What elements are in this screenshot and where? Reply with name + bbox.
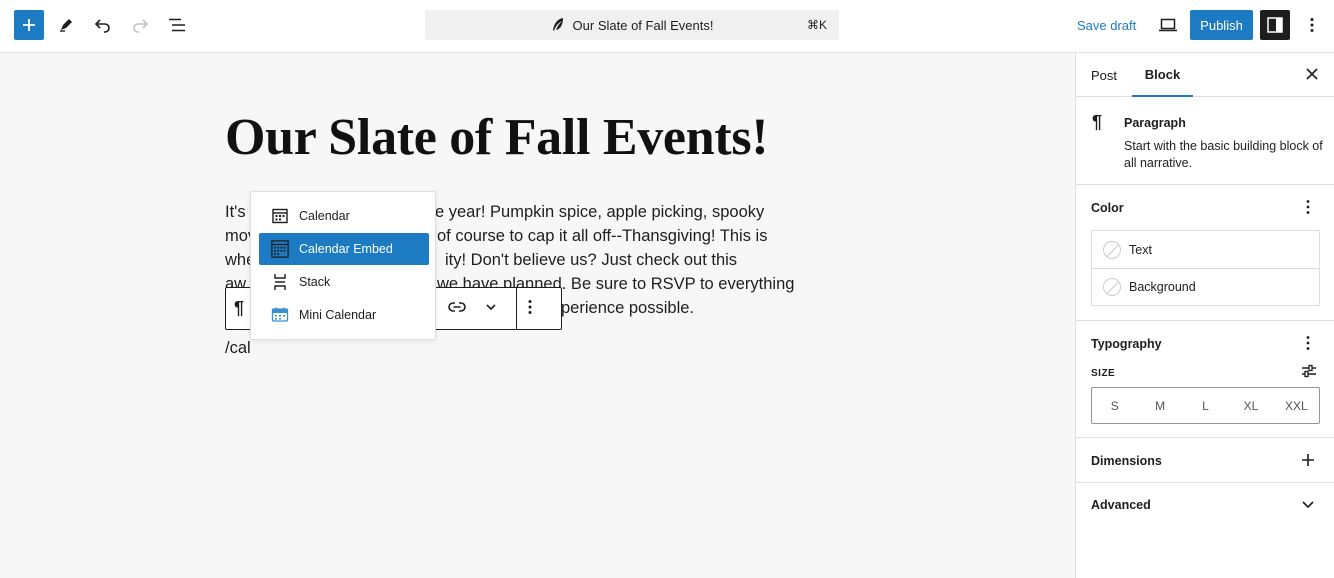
link-icon	[448, 302, 466, 312]
desktop-icon	[1159, 18, 1177, 32]
autocomplete-item-calendar[interactable]: Calendar	[259, 200, 429, 232]
chevron-down-icon	[486, 304, 496, 311]
typography-panel: Typography SIZE S M L XL XXL	[1076, 321, 1334, 438]
advanced-panel[interactable]: Advanced	[1076, 483, 1334, 527]
font-size-option[interactable]: XL	[1228, 388, 1273, 423]
publish-button[interactable]: Publish	[1190, 10, 1253, 40]
empty-swatch-icon	[1103, 240, 1121, 259]
plus-icon	[23, 19, 35, 31]
calendar-icon	[271, 207, 289, 225]
typography-options-button[interactable]	[1301, 335, 1315, 356]
settings-toggle-button[interactable]	[1260, 10, 1290, 40]
undo-icon	[94, 19, 110, 33]
save-draft-button[interactable]: Save draft	[1077, 18, 1136, 33]
undo-button[interactable]	[88, 10, 118, 40]
post-title[interactable]: Our Slate of Fall Events!	[225, 108, 769, 167]
custom-size-button[interactable]	[1301, 364, 1317, 383]
list-view-icon	[169, 18, 185, 32]
toolbar-divider	[516, 288, 517, 329]
settings-sidebar: Post Block ¶ Paragraph Start with the ba…	[1075, 53, 1334, 578]
tab-block[interactable]: Block	[1132, 53, 1193, 97]
command-bar-title: Our Slate of Fall Events!	[572, 17, 714, 33]
preview-button[interactable]	[1153, 10, 1183, 40]
block-card: ¶ Paragraph Start with the basic buildin…	[1076, 97, 1334, 185]
color-options-group: Text Background	[1091, 230, 1320, 306]
color-options-button[interactable]	[1301, 199, 1315, 220]
redo-button[interactable]	[125, 10, 155, 40]
more-formatting-button[interactable]	[485, 300, 497, 319]
font-size-option[interactable]: L	[1183, 388, 1228, 423]
paragraph-icon: ¶	[1092, 112, 1103, 132]
font-size-option[interactable]: S	[1092, 388, 1137, 423]
background-color-item[interactable]: Background	[1092, 268, 1319, 305]
font-size-option[interactable]: M	[1137, 388, 1182, 423]
vertical-ellipsis-icon	[1306, 336, 1310, 350]
autocomplete-item-stack[interactable]: Stack	[259, 266, 429, 298]
close-icon	[1306, 68, 1318, 80]
advanced-panel-title: Advanced	[1091, 498, 1151, 512]
document-overview-button[interactable]	[162, 10, 192, 40]
vertical-ellipsis-icon	[528, 300, 532, 314]
command-shortcut: ⌘K	[806, 18, 827, 32]
settings-sliders-icon	[1302, 364, 1316, 378]
advanced-toggle[interactable]	[1301, 497, 1315, 516]
font-size-label: SIZE	[1091, 368, 1116, 379]
add-block-button[interactable]	[14, 10, 44, 40]
sidebar-icon	[1267, 17, 1283, 33]
chevron-down-icon	[1302, 501, 1314, 509]
vertical-ellipsis-icon	[1310, 18, 1314, 32]
text-color-item[interactable]: Text	[1092, 231, 1319, 268]
feather-icon	[552, 18, 563, 31]
paragraph-icon[interactable]: ¶	[234, 298, 244, 319]
vertical-ellipsis-icon	[1306, 200, 1310, 214]
options-menu-button[interactable]	[1297, 10, 1327, 40]
color-panel: Color Text Background	[1076, 185, 1334, 321]
editor-canvas[interactable]: Our Slate of Fall Events! It's e year! P…	[0, 53, 1075, 578]
typography-panel-title: Typography	[1091, 337, 1162, 351]
dimensions-panel[interactable]: Dimensions	[1076, 438, 1334, 483]
link-button[interactable]	[448, 300, 466, 319]
font-size-picker: S M L XL XXL	[1091, 387, 1320, 424]
redo-icon	[133, 19, 149, 33]
editor-header: Our Slate of Fall Events! ⌘K Save draft …	[0, 0, 1334, 53]
command-palette-bar[interactable]: Our Slate of Fall Events! ⌘K	[425, 10, 839, 40]
tab-post[interactable]: Post	[1091, 53, 1117, 97]
font-size-option[interactable]: XXL	[1274, 388, 1319, 423]
dimensions-add-button[interactable]	[1301, 453, 1315, 472]
block-card-description: Start with the basic building block of a…	[1124, 139, 1323, 170]
autocomplete-item-calendar-embed[interactable]: Calendar Embed	[259, 233, 429, 265]
empty-swatch-icon	[1103, 278, 1121, 296]
mini-calendar-icon	[271, 306, 289, 324]
close-sidebar-button[interactable]	[1305, 67, 1319, 86]
plus-icon	[1302, 454, 1314, 466]
dimensions-panel-title: Dimensions	[1091, 454, 1162, 468]
sidebar-tabs: Post Block	[1076, 53, 1334, 97]
tools-button[interactable]	[51, 10, 81, 40]
block-autocomplete-popover: Calendar Calendar Embed Stack Mini Calen…	[250, 191, 436, 340]
block-options-button[interactable]	[528, 299, 532, 320]
block-card-title: Paragraph	[1124, 116, 1186, 130]
autocomplete-item-mini-calendar[interactable]: Mini Calendar	[259, 299, 429, 331]
calendar-embed-icon	[271, 240, 289, 258]
stack-icon	[271, 273, 289, 291]
slash-command-input[interactable]: /cal	[225, 339, 251, 358]
pen-icon	[60, 19, 72, 32]
color-panel-title: Color	[1091, 201, 1124, 215]
